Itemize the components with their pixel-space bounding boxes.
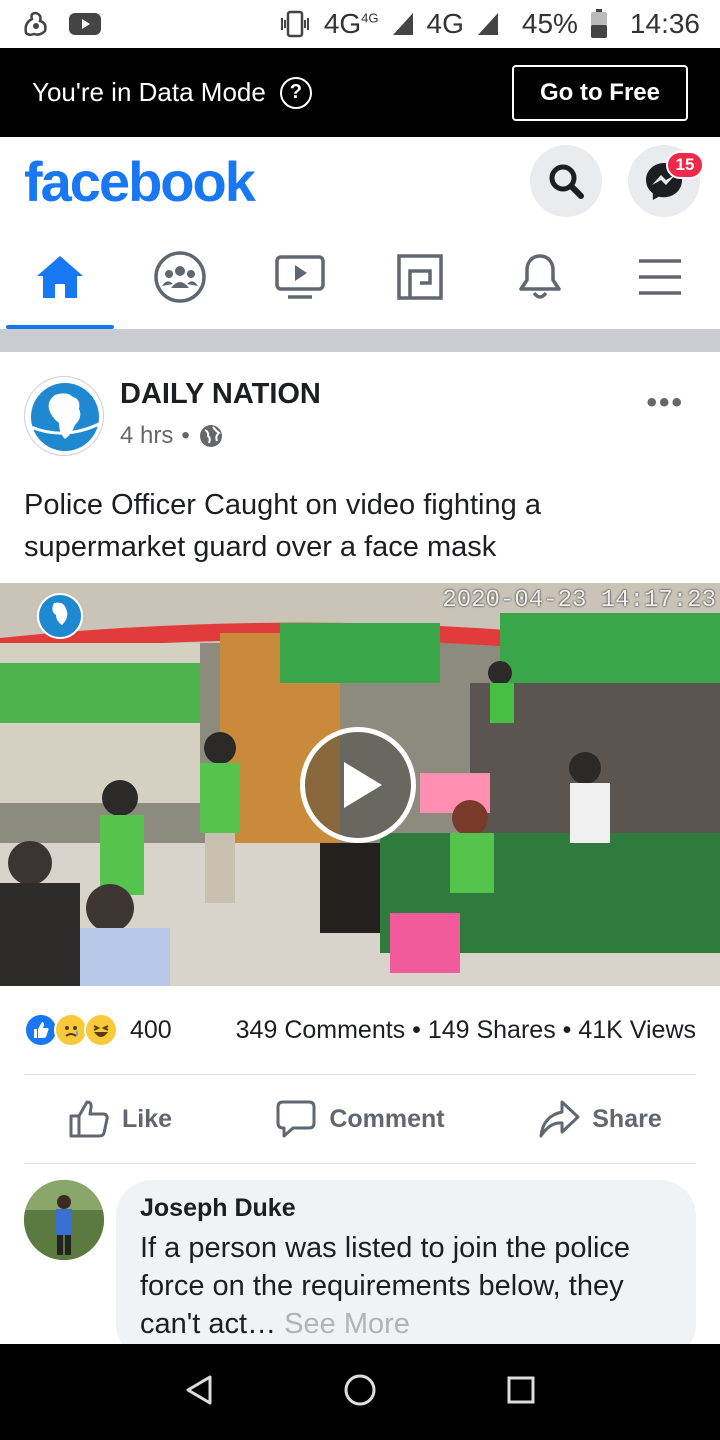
comment-icon [276,1100,316,1138]
tab-pages[interactable] [360,225,480,329]
menu-icon [639,259,681,295]
messenger-button[interactable]: 15 [628,145,704,217]
clock: 14:36 [629,8,700,39]
home-button-icon[interactable] [343,1373,377,1412]
system-nav-bar [0,1344,720,1440]
help-icon[interactable]: ? [279,76,312,109]
signal-icon [391,11,415,37]
data-mode-bar: You're in Data Mode ? Go to Free [0,48,720,137]
comment-button[interactable]: Comment [240,1075,480,1163]
like-icon [69,1100,109,1138]
status-bar: 4G4G 4G 45% 14:36 [0,0,720,48]
search-button[interactable] [530,145,602,217]
back-icon[interactable] [184,1374,214,1411]
comments-shares-views[interactable]: 349 Comments • 149 Shares • 41K Views [236,1016,696,1045]
tab-groups[interactable] [120,225,240,329]
search-icon [549,164,584,199]
share-icon [539,1100,580,1138]
youtube-icon [68,11,102,37]
globe-icon [199,425,222,447]
video-timestamp: 2020-04-23 14:17:23 [442,587,716,614]
haha-reaction-icon [84,1013,118,1047]
like-reaction-icon [24,1013,58,1047]
divider [24,1163,696,1164]
network-type-2: 4G [426,8,464,39]
recents-icon[interactable] [506,1375,536,1410]
meta-separator: • [181,422,190,449]
tab-notifications[interactable] [480,225,600,329]
post-meta: 4 hrs • [120,422,224,450]
post-stats: 400 349 Comments • 149 Shares • 41K View… [0,986,720,1074]
video-icon [275,255,325,299]
battery-percent: 45% [521,8,578,39]
comment-text: If a person was listed to join the polic… [140,1232,631,1340]
post-actions: Like Comment Share [0,1075,720,1163]
reaction-count[interactable]: 400 [130,1016,172,1045]
tab-home[interactable] [0,225,120,329]
battery-icon [590,9,608,39]
page-name[interactable]: DAILY NATION [120,378,321,411]
globe-logo-icon [30,383,102,451]
comment-bubble[interactable]: Joseph Duke If a person was listed to jo… [116,1180,696,1360]
post-header: DAILY NATION 4 hrs • ••• [0,352,720,470]
network-type-1: 4G4G [323,8,379,39]
signal-icon [476,11,500,37]
more-options-icon[interactable]: ••• [646,386,684,420]
nav-tabs [0,225,720,329]
like-button[interactable]: Like [0,1075,240,1163]
comment: Joseph Duke If a person was listed to jo… [0,1180,720,1360]
share-button[interactable]: Share [480,1075,720,1163]
app-header: facebook 15 [0,137,720,225]
play-icon [344,762,382,808]
tab-watch[interactable] [240,225,360,329]
bell-icon [519,254,561,299]
post-time[interactable]: 4 hrs [120,422,173,450]
page-avatar[interactable] [24,376,104,456]
play-button[interactable] [300,727,416,843]
facebook-logo[interactable]: facebook [24,149,256,214]
like-label: Like [121,1104,173,1133]
data-mode-message: You're in Data Mode [32,77,266,107]
see-more-link[interactable]: See More [284,1308,410,1340]
groups-icon [154,251,206,303]
post-video[interactable]: 2020-04-23 14:17:23 [0,583,720,986]
pages-icon [397,254,443,300]
home-icon [37,256,83,298]
comment-author[interactable]: Joseph Duke [140,1194,672,1223]
feed-post: DAILY NATION 4 hrs • ••• Police Officer … [0,352,720,1360]
tab-menu[interactable] [600,225,720,329]
post-text: Police Officer Caught on video fighting … [24,489,541,563]
commenter-avatar[interactable] [24,1180,104,1260]
feed-separator [0,331,720,352]
uc-browser-icon [20,9,50,39]
reactions[interactable] [24,1013,118,1047]
sad-reaction-icon [54,1013,88,1047]
messenger-badge: 15 [666,151,704,179]
share-label: Share [592,1104,662,1133]
vibrate-icon [278,10,312,38]
go-to-free-button[interactable]: Go to Free [512,64,688,121]
comment-label: Comment [329,1104,445,1133]
